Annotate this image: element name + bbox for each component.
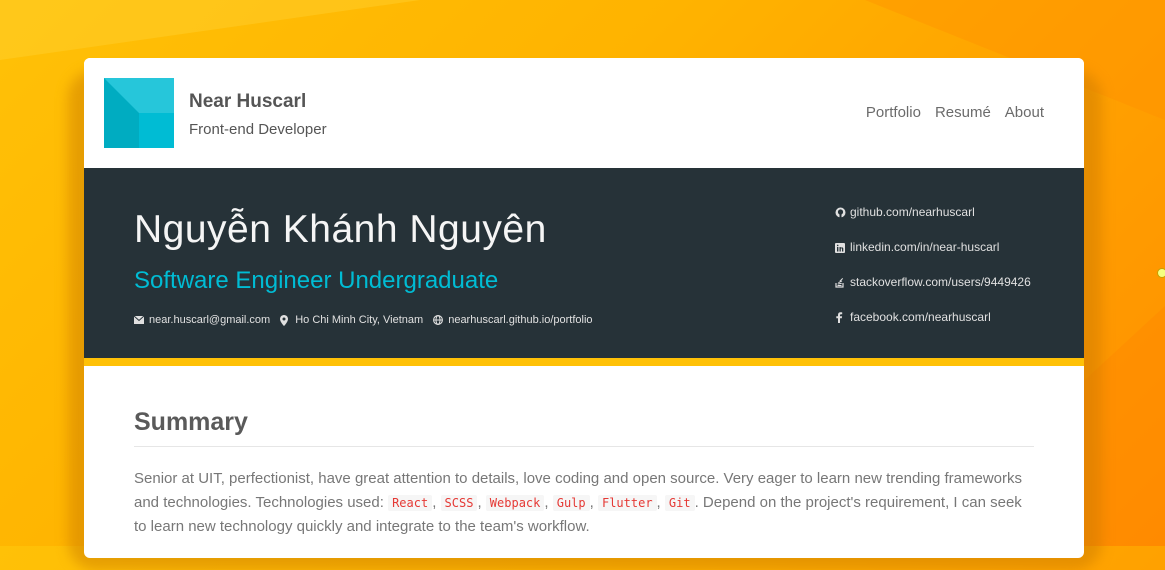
nav-link-resume[interactable]: Resumé <box>935 104 991 121</box>
stackoverflow-text: stackoverflow.com/users/9449426 <box>850 274 1031 289</box>
edge-marker <box>1157 268 1165 278</box>
location-contact: Ho Chi Minh City, Vietnam <box>280 314 423 326</box>
site-logo[interactable] <box>104 78 174 148</box>
tech-flutter: Flutter <box>597 495 657 511</box>
stackoverflow-link[interactable]: stackoverflow.com/users/9449426 <box>835 274 1031 289</box>
summary-text: Senior at UIT, perfectionist, have great… <box>134 470 1023 535</box>
background-shard <box>0 0 420 60</box>
top-navbar: Near Huscarl Front-end Developer Portfol… <box>84 58 1084 168</box>
tech-webpack: Webpack <box>485 495 545 511</box>
location-text: Ho Chi Minh City, Vietnam <box>295 314 424 326</box>
email-contact[interactable]: near.huscarl@gmail.com <box>133 314 271 326</box>
job-title: Software Engineer Undergraduate <box>134 267 499 294</box>
contact-list: near.huscarl@gmail.com Ho Chi Minh City,… <box>133 314 593 326</box>
tech-react: React <box>388 495 433 511</box>
logo-shape <box>139 113 174 148</box>
nav-link-portfolio[interactable]: Portfolio <box>866 104 921 121</box>
social-links: github.com/nearhuscarl linkedin.com/in/n… <box>835 204 1031 344</box>
facebook-text: facebook.com/nearhuscarl <box>850 309 991 324</box>
resume-card: Near Huscarl Front-end Developer Portfol… <box>84 58 1084 558</box>
website-contact[interactable]: nearhuscarl.github.io/portfolio <box>433 314 593 326</box>
facebook-icon <box>835 311 845 323</box>
envelope-icon <box>133 315 145 325</box>
email-text: near.huscarl@gmail.com <box>149 314 271 326</box>
linkedin-text: linkedin.com/in/near-huscarl <box>850 239 1000 254</box>
map-marker-icon <box>280 315 290 326</box>
main-nav: Portfolio Resumé About <box>866 104 1044 121</box>
tech-git: Git <box>664 495 695 511</box>
github-link[interactable]: github.com/nearhuscarl <box>835 204 1031 219</box>
resume-hero: Nguyễn Khánh Nguyên Software Engineer Un… <box>84 168 1084 366</box>
brand-role: Front-end Developer <box>189 121 327 138</box>
tech-gulp: Gulp <box>552 495 590 511</box>
stackoverflow-icon <box>835 277 845 288</box>
brand-name: Near Huscarl <box>189 91 307 112</box>
github-icon <box>835 207 846 217</box>
linkedin-icon <box>835 242 845 253</box>
summary-section: Summary Senior at UIT, perfectionist, ha… <box>134 408 1034 554</box>
full-name: Nguyễn Khánh Nguyên <box>134 208 547 251</box>
nav-link-about[interactable]: About <box>1005 104 1044 121</box>
facebook-link[interactable]: facebook.com/nearhuscarl <box>835 309 1031 324</box>
summary-heading: Summary <box>134 408 1034 447</box>
website-text: nearhuscarl.github.io/portfolio <box>448 314 593 326</box>
tech-scss: SCSS <box>440 495 478 511</box>
globe-icon <box>433 315 444 325</box>
github-text: github.com/nearhuscarl <box>850 204 975 219</box>
linkedin-link[interactable]: linkedin.com/in/near-huscarl <box>835 239 1031 254</box>
